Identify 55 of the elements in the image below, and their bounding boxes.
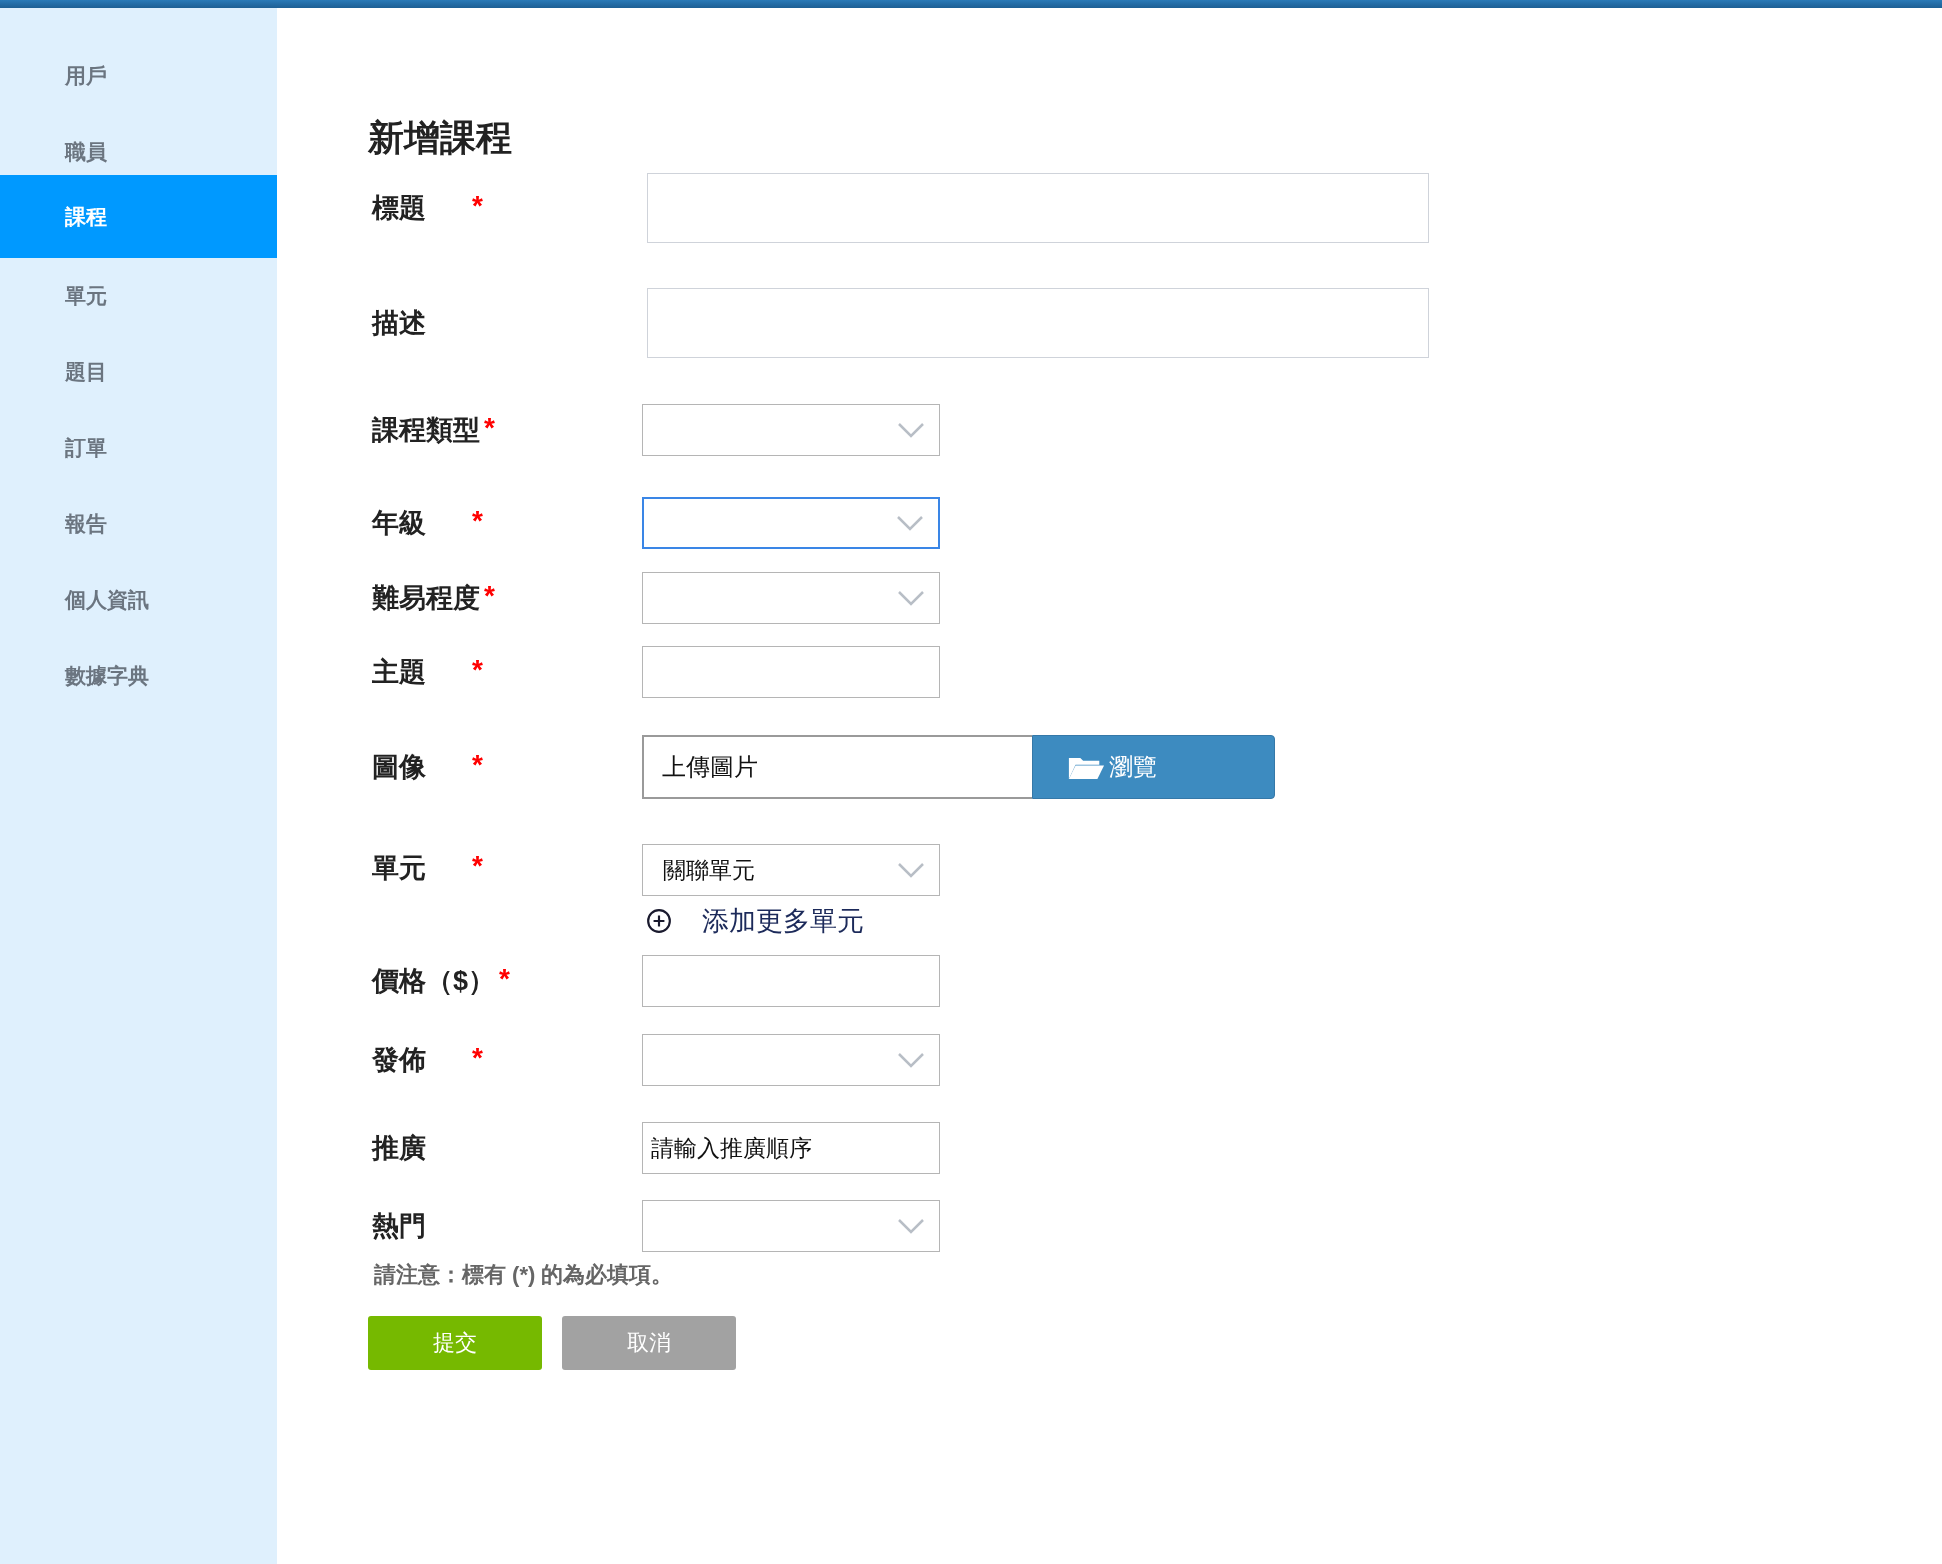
- field-label: 標題: [372, 191, 427, 225]
- field-label: 難易程度: [372, 582, 480, 615]
- chevron-down-icon: [897, 422, 925, 438]
- sidebar-item[interactable]: 用戶: [0, 38, 277, 114]
- field-label: 主題: [372, 656, 427, 689]
- field-label: 描述: [372, 306, 427, 340]
- field-label: 熱門: [372, 1210, 427, 1243]
- cancel-button[interactable]: 取消: [562, 1316, 736, 1370]
- required-note: 請注意：標有 (*) 的為必填項。: [374, 1261, 675, 1289]
- dropdown-field[interactable]: [642, 1200, 940, 1252]
- browse-button[interactable]: 瀏覽: [1032, 735, 1275, 799]
- input-field[interactable]: [647, 172, 1429, 243]
- required-asterisk: *: [472, 850, 483, 882]
- required-asterisk: *: [499, 963, 510, 995]
- add-more-units-link[interactable]: 添加更多單元: [646, 903, 864, 939]
- required-asterisk: *: [484, 580, 495, 612]
- sidebar-item[interactable]: 數據字典: [0, 638, 277, 714]
- submit-button[interactable]: 提交: [368, 1316, 542, 1370]
- chevron-down-icon: [897, 862, 925, 878]
- sidebar-item[interactable]: 題目: [0, 334, 277, 410]
- sidebar-item[interactable]: 課程: [0, 175, 277, 258]
- chevron-down-icon: [896, 515, 924, 531]
- required-asterisk: *: [472, 189, 483, 222]
- plus-circle-icon: [646, 908, 672, 934]
- chevron-down-icon: [897, 590, 925, 606]
- sidebar-item[interactable]: 職員: [0, 114, 277, 175]
- sidebar-item[interactable]: 單元: [0, 258, 277, 334]
- dropdown-field[interactable]: [642, 404, 940, 456]
- field-label: 年級: [372, 507, 427, 540]
- dropdown-field[interactable]: [642, 497, 940, 549]
- chevron-down-icon: [897, 1052, 925, 1068]
- chevron-down-icon: [897, 1218, 925, 1234]
- field-label: 推廣: [372, 1132, 427, 1165]
- required-asterisk: *: [472, 505, 483, 537]
- sidebar-item[interactable]: 報告: [0, 486, 277, 562]
- required-asterisk: *: [472, 1042, 483, 1074]
- input-field[interactable]: 請輸入推廣順序: [642, 1122, 940, 1174]
- required-asterisk: *: [484, 412, 495, 444]
- dropdown-field[interactable]: 關聯單元: [642, 844, 940, 896]
- dropdown-field[interactable]: [642, 572, 940, 624]
- field-label: 課程類型: [372, 414, 480, 447]
- required-asterisk: *: [472, 654, 483, 686]
- file-name-field[interactable]: 上傳圖片: [642, 735, 1032, 799]
- page-title: 新增課程: [368, 116, 513, 160]
- sidebar-item[interactable]: 訂單: [0, 410, 277, 486]
- required-asterisk: *: [472, 749, 483, 781]
- input-field[interactable]: [642, 955, 940, 1007]
- input-field[interactable]: [647, 287, 1429, 358]
- input-field[interactable]: [642, 646, 940, 698]
- field-label: 價格（$）: [372, 965, 496, 998]
- dropdown-field[interactable]: [642, 1034, 940, 1086]
- field-label: 圖像: [372, 751, 427, 784]
- sidebar-item[interactable]: 個人資訊: [0, 562, 277, 638]
- field-label: 單元: [372, 852, 427, 885]
- field-label: 發佈: [372, 1044, 427, 1077]
